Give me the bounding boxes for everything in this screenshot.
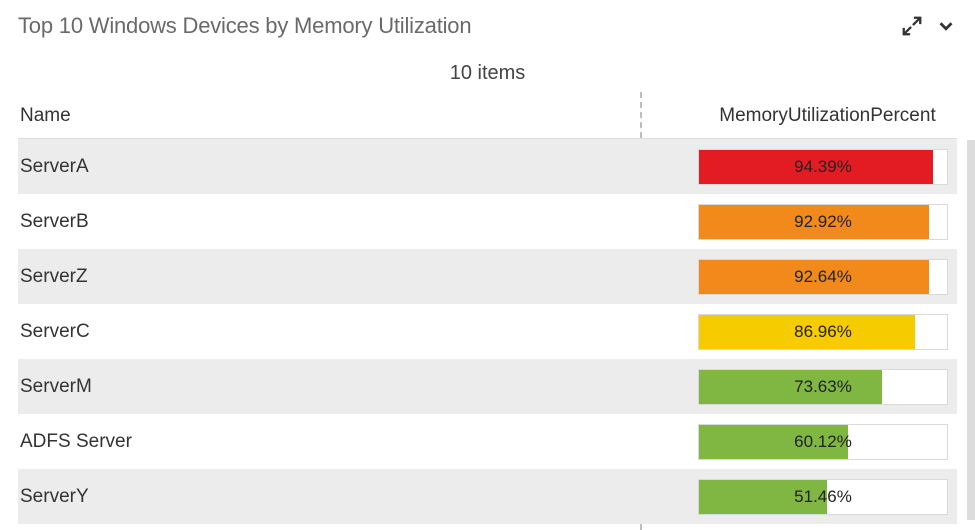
memory-bar-cell: 51.46% <box>658 479 957 515</box>
table-row[interactable]: ServerM 73.63% <box>18 359 957 414</box>
header-icons <box>901 15 957 37</box>
scrollbar[interactable] <box>967 140 975 520</box>
column-header-memory[interactable]: MemoryUtilizationPercent <box>658 105 957 127</box>
widget-title: Top 10 Windows Devices by Memory Utiliza… <box>18 13 471 39</box>
memory-bar-label: 92.92% <box>794 212 852 232</box>
memory-bar: 92.64% <box>698 259 948 295</box>
memory-bar: 73.63% <box>698 369 948 405</box>
expand-icon[interactable] <box>901 15 923 37</box>
widget-header: Top 10 Windows Devices by Memory Utiliza… <box>18 8 957 44</box>
device-name: ADFS Server <box>18 431 658 453</box>
column-header-name[interactable]: Name <box>18 105 658 127</box>
table-header-row: Name MemoryUtilizationPercent <box>18 93 957 139</box>
memory-bar: 92.92% <box>698 204 948 240</box>
memory-bar-cell: 92.64% <box>658 259 957 295</box>
memory-bar-fill <box>699 370 882 404</box>
devices-table: Name MemoryUtilizationPercent ServerA 94.… <box>18 93 957 524</box>
memory-bar-label: 51.46% <box>794 487 852 507</box>
memory-bar-label: 92.64% <box>794 267 852 287</box>
table-row[interactable]: ServerA 94.39% <box>18 139 957 194</box>
memory-bar: 94.39% <box>698 149 948 185</box>
memory-bar-cell: 94.39% <box>658 149 957 185</box>
chevron-down-icon[interactable] <box>935 15 957 37</box>
table-row[interactable]: ADFS Server 60.12% <box>18 414 957 469</box>
memory-utilization-widget: Top 10 Windows Devices by Memory Utiliza… <box>0 0 975 524</box>
memory-bar-label: 73.63% <box>794 377 852 397</box>
memory-bar-cell: 73.63% <box>658 369 957 405</box>
memory-bar-label: 60.12% <box>794 432 852 452</box>
memory-bar-cell: 86.96% <box>658 314 957 350</box>
table-row[interactable]: ServerZ 92.64% <box>18 249 957 304</box>
device-name: ServerZ <box>18 266 658 288</box>
memory-bar: 51.46% <box>698 479 948 515</box>
memory-bar: 60.12% <box>698 424 948 460</box>
table-row[interactable]: ServerY 51.46% <box>18 469 957 524</box>
device-name: ServerY <box>18 486 658 508</box>
device-name: ServerC <box>18 321 658 343</box>
memory-bar-label: 86.96% <box>794 322 852 342</box>
table-body: ServerA94.39%ServerB92.92%ServerZ92.64%S… <box>18 139 957 524</box>
memory-bar-cell: 60.12% <box>658 424 957 460</box>
memory-bar-cell: 92.92% <box>658 204 957 240</box>
table-row[interactable]: ServerC 86.96% <box>18 304 957 359</box>
items-count: 10 items <box>18 62 957 85</box>
device-name: ServerA <box>18 156 658 178</box>
table-row[interactable]: ServerB 92.92% <box>18 194 957 249</box>
device-name: ServerB <box>18 211 658 233</box>
memory-bar: 86.96% <box>698 314 948 350</box>
memory-bar-label: 94.39% <box>794 157 852 177</box>
device-name: ServerM <box>18 376 658 398</box>
